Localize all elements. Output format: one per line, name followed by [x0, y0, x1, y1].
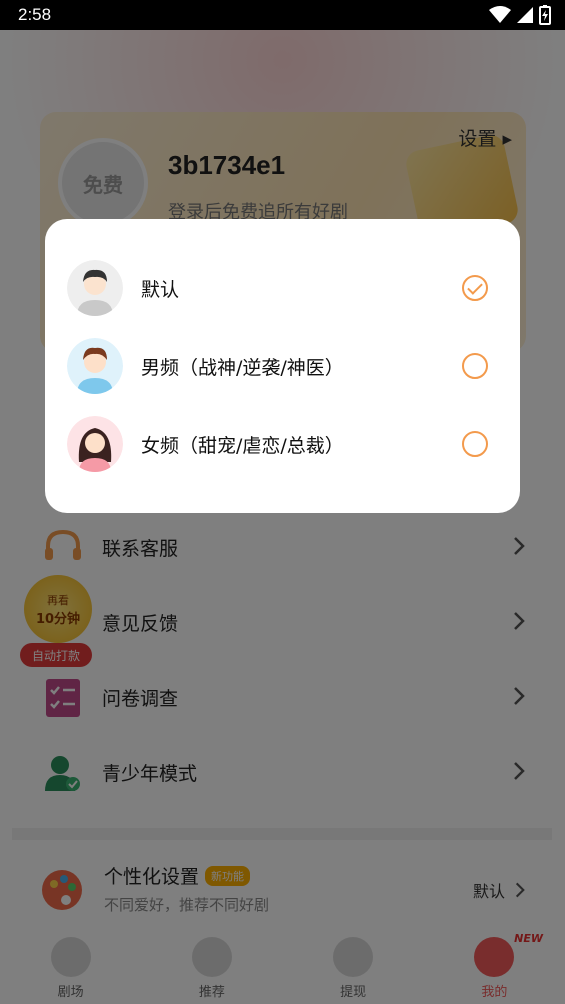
signal-icon: [517, 7, 533, 23]
radio-checked-icon[interactable]: [462, 275, 488, 301]
radio-unchecked-icon[interactable]: [462, 431, 488, 457]
battery-icon: [539, 5, 551, 25]
status-bar: 2:58: [0, 0, 565, 30]
neutral-avatar-icon: [67, 260, 123, 316]
status-time: 2:58: [18, 5, 52, 24]
female-avatar-icon: [67, 416, 123, 472]
option-default[interactable]: 默认: [45, 249, 520, 327]
option-female[interactable]: 女频（甜宠/虐恋/总裁）: [45, 405, 520, 483]
option-label: 男频（战神/逆袭/神医）: [141, 356, 344, 379]
modal-backdrop[interactable]: [0, 30, 565, 1004]
male-avatar-icon: [67, 338, 123, 394]
option-label: 女频（甜宠/虐恋/总裁）: [141, 434, 344, 457]
option-male[interactable]: 男频（战神/逆袭/神医）: [45, 327, 520, 405]
wifi-icon: [489, 6, 511, 23]
radio-unchecked-icon[interactable]: [462, 353, 488, 379]
option-label: 默认: [141, 278, 180, 301]
preference-dialog: 默认 男频（战神/逆袭/神医） 女频（甜宠/虐恋/总裁）: [45, 219, 520, 513]
